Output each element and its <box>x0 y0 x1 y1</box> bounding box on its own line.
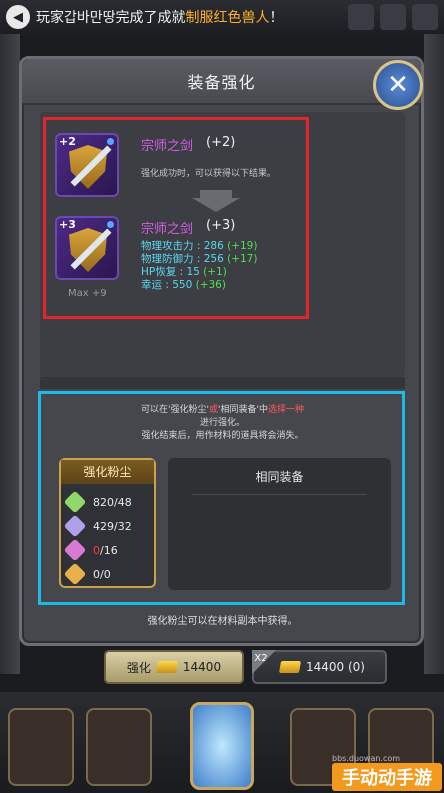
top-icon-2[interactable] <box>380 4 406 30</box>
x2-enhance-button[interactable]: 14400 (0) <box>252 650 387 684</box>
announcement-end: ！ <box>269 10 284 26</box>
top-icon-3[interactable] <box>412 4 438 30</box>
gold-icon <box>155 661 178 673</box>
announcement-user: 玩家갑바만땅 <box>36 10 116 26</box>
top-icon-1[interactable] <box>348 4 374 30</box>
announcement-middle: 完成了成就 <box>115 10 186 26</box>
nav-portal-icon[interactable] <box>190 702 254 790</box>
close-button[interactable]: ✕ <box>373 60 423 110</box>
top-icons <box>348 4 438 30</box>
enhance-button[interactable]: 强化 14400 <box>104 650 244 684</box>
watermark-url: bbs.duowan.com <box>332 754 401 763</box>
speaker-icon: ◀ <box>6 5 30 29</box>
panel-title: 装备强化 <box>187 73 256 92</box>
nav-house-icon[interactable] <box>8 708 74 786</box>
highlight-red-frame <box>43 117 309 319</box>
announcement-text: 玩家갑바만땅完成了成就制服红色兽人！ <box>36 7 284 27</box>
announcement-bar: ◀ 玩家갑바만땅完成了成就制服红色兽人！ <box>0 0 444 34</box>
nav-knight-icon[interactable] <box>86 708 152 786</box>
gold-icon <box>278 661 302 673</box>
divider-bar <box>40 377 405 389</box>
watermark-logo: 手动动手游 <box>332 763 442 791</box>
highlight-cyan-frame <box>38 391 405 605</box>
panel-header: 装备强化 <box>22 59 421 105</box>
backdrop-left <box>0 34 20 674</box>
backdrop-right <box>424 34 444 674</box>
footer-note: 强化粉尘可以在材料副本中获得。 <box>147 616 298 627</box>
announcement-achievement: 制服红色兽人 <box>185 10 270 26</box>
close-icon: ✕ <box>387 70 409 100</box>
